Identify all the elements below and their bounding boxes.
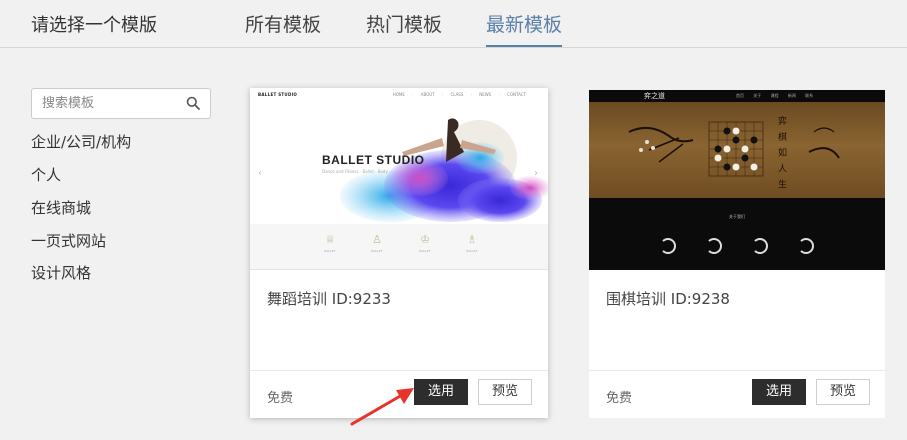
go-board-illustration <box>628 121 840 177</box>
tab-newest-templates[interactable]: 最新模板 <box>486 10 563 47</box>
thumbnail-navbar: BALLET STUDIO HOME · ABOUT · CLASS · NEW… <box>250 88 548 102</box>
thumbnail-logo: BALLET STUDIO <box>258 92 298 97</box>
thumbnail-hero: BALLET STUDIO Dance and Fitness · Ballet… <box>250 102 548 224</box>
price-label: 免费 <box>606 391 633 406</box>
thumbnail-hero-subtitle: Dance and Fitness · Ballet · Body <box>322 169 388 174</box>
bishop-icon: ♗ <box>467 233 477 246</box>
thumbnail-navbar: 弈之道 首页 关于 课程 新闻 联系 <box>589 90 885 102</box>
thumbnail-hero-title: BALLET STUDIO <box>322 153 425 167</box>
tab-popular-templates[interactable]: 热门模板 <box>366 10 442 37</box>
feature-item: ♙ BALLET <box>352 233 402 253</box>
price-label: 免费 <box>267 391 294 406</box>
template-title: 围棋培训 ID:9238 <box>606 290 730 308</box>
page-title: 请选择一个模版 <box>31 15 157 36</box>
search-input[interactable] <box>32 89 182 118</box>
pawn-icon: ♙ <box>372 233 382 246</box>
ring-icon <box>706 238 722 254</box>
ring-icon <box>752 238 768 254</box>
king-icon: ♔ <box>420 233 430 246</box>
thumbnail-section-caption: 关于我们 <box>729 214 745 219</box>
feature-item: ♗ BALLET <box>447 233 497 253</box>
template-thumbnail-go[interactable]: 弈之道 首页 关于 课程 新闻 联系 弈 棋 如 人 生 关于我们 <box>589 90 885 270</box>
category-one-page-site[interactable]: 一页式网站 <box>31 230 106 251</box>
feature-item: ♔ BALLET <box>400 233 450 253</box>
thumbnail-banner: 弈 棋 如 人 生 <box>589 102 885 198</box>
thumbnail-menu: 首页 关于 课程 新闻 联系 <box>736 93 814 98</box>
template-card-go[interactable]: 弈之道 首页 关于 课程 新闻 联系 弈 棋 如 人 生 关于我们 围棋培训 I… <box>589 90 885 418</box>
thumbnail-menu: HOME · ABOUT · CLASS · NEWS · CONTACT <box>392 92 526 97</box>
ring-icon <box>798 238 814 254</box>
chevron-left-icon: ‹ <box>258 168 262 179</box>
template-card-dance[interactable]: BALLET STUDIO HOME · ABOUT · CLASS · NEW… <box>250 88 548 418</box>
category-online-store[interactable]: 在线商城 <box>31 197 91 218</box>
top-bar: 请选择一个模版 所有模板 热门模板 最新模板 <box>0 0 907 48</box>
tab-all-templates[interactable]: 所有模板 <box>245 10 321 37</box>
crown-icon: ♕ <box>325 233 335 246</box>
category-enterprise[interactable]: 企业/公司/机构 <box>31 131 131 152</box>
category-personal[interactable]: 个人 <box>31 164 61 185</box>
preview-template-button[interactable]: 预览 <box>816 379 870 405</box>
search-icon[interactable] <box>186 96 200 110</box>
feature-item: ♕ BALLET <box>305 233 355 253</box>
select-template-button[interactable]: 选用 <box>752 379 806 405</box>
banner-calligraphy: 弈 棋 如 人 生 <box>776 116 786 191</box>
chevron-right-icon: › <box>534 168 538 179</box>
select-template-button[interactable]: 选用 <box>414 379 468 405</box>
thumbnail-logo: 弈之道 <box>644 92 665 100</box>
template-search <box>31 88 211 119</box>
template-card-footer: 免费 选用 预览 <box>589 370 885 418</box>
ring-icon <box>660 238 676 254</box>
template-title: 舞蹈培训 ID:9233 <box>267 290 391 308</box>
thumbnail-feature-row: ♕ BALLET ♙ BALLET ♔ BALLET ♗ BALLET <box>250 224 548 269</box>
preview-template-button[interactable]: 预览 <box>478 379 532 405</box>
template-thumbnail-dance[interactable]: BALLET STUDIO HOME · ABOUT · CLASS · NEW… <box>250 88 548 270</box>
category-design-style[interactable]: 设计风格 <box>31 262 91 283</box>
annotation-arrow-icon <box>350 388 414 426</box>
